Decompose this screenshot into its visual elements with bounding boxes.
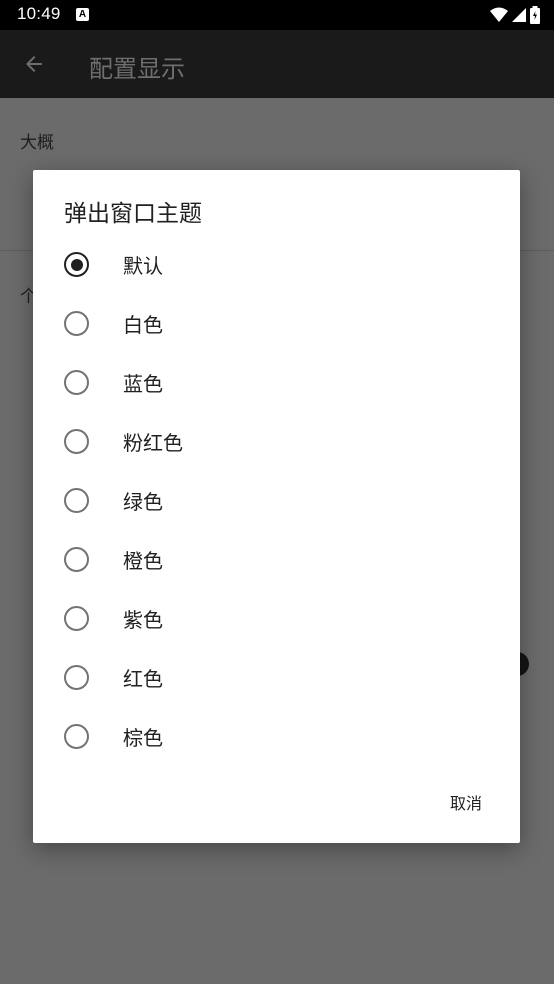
page-title: 配置显示 <box>89 55 185 83</box>
radio-unchecked-icon[interactable] <box>64 724 89 749</box>
signal-icon <box>512 8 526 22</box>
option-white[interactable]: 白色 <box>33 294 520 353</box>
notification-icon: A <box>76 8 89 21</box>
radio-unchecked-icon[interactable] <box>64 488 89 513</box>
option-label: 默认 <box>123 254 163 278</box>
option-label: 红色 <box>123 667 163 691</box>
radio-unchecked-icon[interactable] <box>64 429 89 454</box>
option-label: 绿色 <box>123 490 163 514</box>
radio-unchecked-icon[interactable] <box>64 606 89 631</box>
option-orange[interactable]: 橙色 <box>33 530 520 589</box>
option-blue[interactable]: 蓝色 <box>33 353 520 412</box>
option-red[interactable]: 红色 <box>33 648 520 707</box>
option-pink[interactable]: 粉红色 <box>33 412 520 471</box>
status-time: 10:49 <box>17 4 61 23</box>
option-label: 橙色 <box>123 549 163 573</box>
option-brown[interactable]: 棕色 <box>33 707 520 766</box>
arrow-back-icon[interactable] <box>22 52 46 76</box>
option-label: 紫色 <box>123 608 163 632</box>
option-purple[interactable]: 紫色 <box>33 589 520 648</box>
cancel-button[interactable]: 取消 <box>436 784 496 824</box>
option-label: 粉红色 <box>123 431 183 455</box>
radio-unchecked-icon[interactable] <box>64 547 89 572</box>
status-icons <box>490 6 540 24</box>
option-label: 棕色 <box>123 726 163 750</box>
battery-icon <box>530 6 540 24</box>
dialog-title: 弹出窗口主题 <box>64 201 202 227</box>
wifi-icon <box>490 7 508 22</box>
option-label: 蓝色 <box>123 372 163 396</box>
section-label: 大概 <box>20 133 54 153</box>
app-bar: 配置显示 <box>0 30 554 98</box>
option-green[interactable]: 绿色 <box>33 471 520 530</box>
option-label: 白色 <box>123 313 163 337</box>
status-bar: 10:49 A <box>0 0 554 30</box>
option-default[interactable]: 默认 <box>33 235 520 294</box>
radio-unchecked-icon[interactable] <box>64 665 89 690</box>
radio-unchecked-icon[interactable] <box>64 370 89 395</box>
radio-unchecked-icon[interactable] <box>64 311 89 336</box>
theme-dialog: 弹出窗口主题 默认 白色 蓝色 粉红色 绿色 橙色 紫色 红色 棕色 取消 <box>33 170 520 843</box>
radio-checked-icon[interactable] <box>64 252 89 277</box>
